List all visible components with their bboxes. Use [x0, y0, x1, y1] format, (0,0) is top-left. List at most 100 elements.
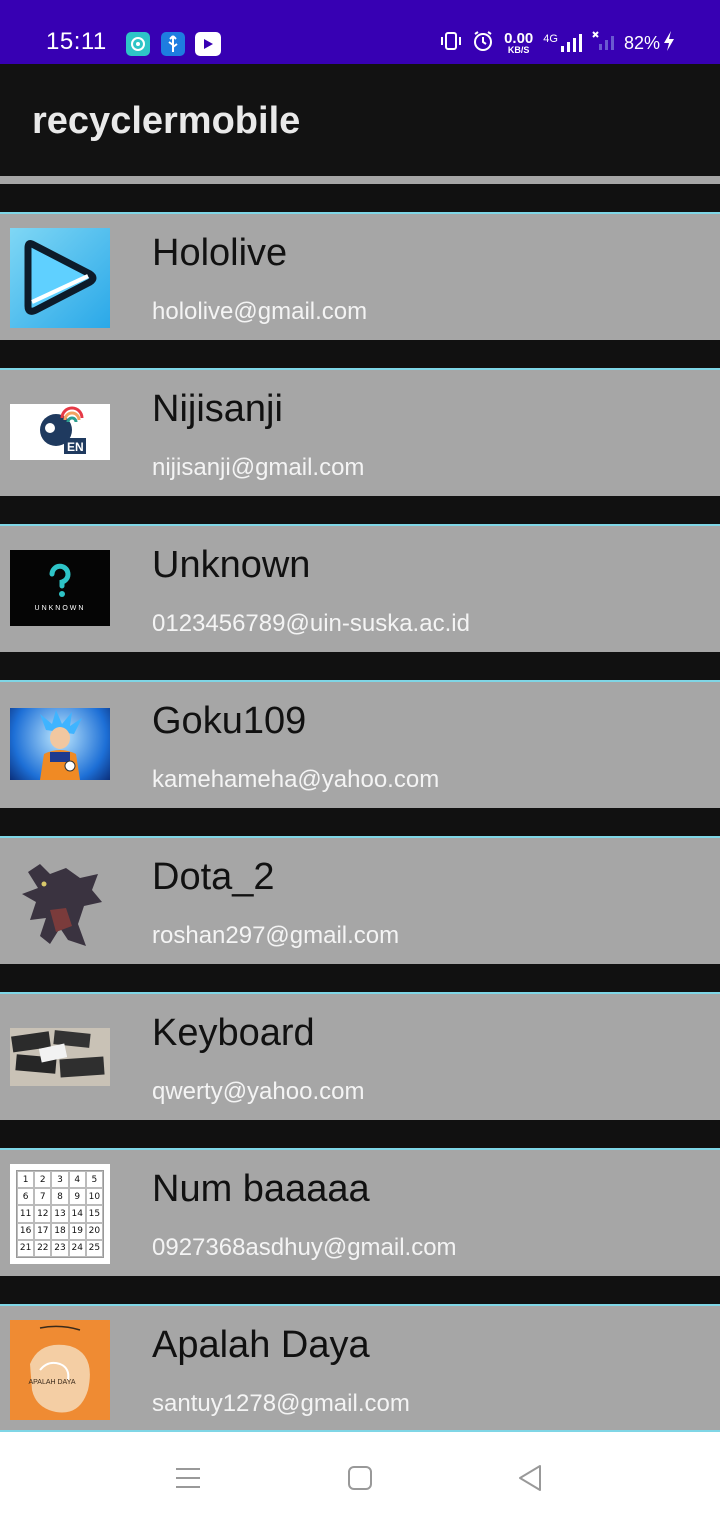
battery-level: 82%	[623, 32, 660, 53]
status-bar: 15:11 0.00 KB/S 4G 82%	[0, 0, 720, 64]
list-item[interactable]: Dota_2 roshan297@gmail.com	[0, 808, 720, 972]
alarm-icon	[472, 30, 494, 57]
list-item[interactable]: Goku109 kamehameha@yahoo.com	[0, 652, 720, 816]
item-name: Num baaaaa	[152, 1168, 370, 1210]
signal-icon: 4G	[543, 33, 582, 53]
list-item[interactable]: Keyboard qwerty@yahoo.com	[0, 964, 720, 1128]
app-bar: recyclermobile	[0, 64, 720, 176]
unknown-logo-icon: UNKNOWN	[35, 563, 86, 612]
menu-icon[interactable]	[172, 1462, 204, 1494]
item-name: Keyboard	[152, 1012, 315, 1054]
item-email: santuy1278@gmail.com	[152, 1390, 410, 1417]
number-grid-thumbnail: 1 2 3 4 5 6 7 8 9 10 11 12 13 14 15 16 17 18 19 20 21 22 23 24 2…	[10, 1164, 110, 1264]
grid-cell: 11	[17, 1205, 35, 1223]
item-spacer	[0, 184, 720, 212]
grid-cell: 5	[85, 1171, 103, 1189]
item-spacer	[0, 1276, 720, 1304]
grid-cell: 22	[34, 1239, 52, 1257]
item-name: Hololive	[152, 232, 288, 274]
item-card[interactable]: Keyboard qwerty@yahoo.com	[0, 992, 720, 1128]
item-card[interactable]: APALAH DAYA Apalah Daya santuy1278@gmail…	[0, 1304, 720, 1430]
grid-cell: 15	[85, 1205, 103, 1223]
item-card[interactable]: EN Nijisanji nijisanji@gmail.com	[0, 368, 720, 504]
grid-cell: 16	[17, 1222, 35, 1240]
grid-cell: 17	[34, 1222, 52, 1240]
item-email: nijisanji@gmail.com	[152, 454, 365, 481]
list-item[interactable]: UNKNOWN Unknown 0123456789@uin-suska.ac.…	[0, 496, 720, 660]
list-item[interactable]: 1 2 3 4 5 6 7 8 9 10 11 12 13 14 15 16 17 18 19 20 21 22 23 24 2…	[0, 1120, 720, 1284]
item-email: hololive@gmail.com	[152, 298, 368, 325]
item-name: Unknown	[152, 544, 311, 586]
item-email: qwerty@yahoo.com	[152, 1078, 365, 1105]
grid-cell: 1	[17, 1171, 35, 1189]
item-email: 0927368asdhuy@gmail.com	[152, 1234, 457, 1261]
item-card[interactable]: 1 2 3 4 5 6 7 8 9 10 11 12 13 14 15 16 17 18 19 20 21 22 23 24 2…	[0, 1148, 720, 1284]
status-time: 15:11	[46, 28, 107, 55]
network-speed: 0.00 KB/S	[504, 31, 533, 55]
roshan-image-icon	[22, 864, 102, 946]
thumbnail-label: EN	[67, 440, 84, 454]
item-email: kamehameha@yahoo.com	[152, 766, 440, 793]
item-name: Dota_2	[152, 856, 275, 898]
keyboard-thumbnail	[10, 1028, 110, 1086]
thumbnail-label: APALAH DAYA	[28, 1379, 75, 1386]
grid-cell: 4	[68, 1171, 86, 1189]
recycler-list[interactable]: Hololive hololive@gmail.com EN Nijisanji…	[0, 176, 720, 1430]
item-email: 0123456789@uin-suska.ac.id	[152, 610, 470, 637]
item-spacer	[0, 1120, 720, 1148]
vibrate-icon	[440, 30, 462, 57]
grid-cell: 24	[68, 1239, 86, 1257]
item-spacer	[0, 652, 720, 680]
grid-cell: 19	[68, 1222, 86, 1240]
app-title: recyclermobile	[32, 100, 301, 142]
grid-cell: 18	[51, 1222, 69, 1240]
network-type: 4G	[543, 33, 558, 45]
hololive-thumbnail	[10, 228, 110, 328]
grid-cell: 2	[34, 1171, 52, 1189]
grid-cell: 3	[51, 1171, 69, 1189]
speed-value: 0.00	[504, 30, 534, 47]
grid-cell: 12	[34, 1205, 52, 1223]
item-name: Apalah Daya	[152, 1324, 370, 1366]
youtube-icon	[195, 32, 221, 56]
apalah-daya-thumbnail: APALAH DAYA	[10, 1320, 110, 1420]
number-grid: 1 2 3 4 5 6 7 8 9 10 11 12 13 14 15 16 17 18 19 20 21 22 23 24 2…	[16, 1170, 104, 1258]
nijisanji-en-logo-icon: EN	[40, 406, 86, 454]
grid-cell: 6	[17, 1188, 35, 1206]
roshan-thumbnail	[10, 850, 110, 954]
grid-cell: 14	[68, 1205, 86, 1223]
item-card[interactable]: Hololive hololive@gmail.com	[0, 212, 720, 348]
grid-cell: 23	[51, 1239, 69, 1257]
item-card[interactable]: Goku109 kamehameha@yahoo.com	[0, 680, 720, 816]
back-icon[interactable]	[514, 1462, 546, 1494]
grid-cell: 13	[51, 1205, 69, 1223]
item-name: Nijisanji	[152, 388, 283, 430]
grid-cell: 21	[17, 1239, 35, 1257]
grid-cell: 10	[85, 1188, 103, 1206]
home-icon[interactable]	[344, 1462, 376, 1494]
charging-icon	[662, 30, 676, 57]
item-card[interactable]: UNKNOWN Unknown 0123456789@uin-suska.ac.…	[0, 524, 720, 660]
list-item[interactable]: EN Nijisanji nijisanji@gmail.com	[0, 340, 720, 504]
list-top-divider	[0, 176, 720, 184]
usb-icon	[161, 32, 185, 56]
list-item[interactable]: Hololive hololive@gmail.com	[0, 184, 720, 348]
goku-image-icon	[40, 710, 82, 780]
speed-unit: KB/S	[507, 45, 530, 55]
no-signal-icon	[592, 30, 614, 56]
thumbnail-label: UNKNOWN	[35, 605, 86, 612]
list-item[interactable]: APALAH DAYA Apalah Daya santuy1278@gmail…	[0, 1276, 720, 1430]
grid-cell: 7	[34, 1188, 52, 1206]
item-card[interactable]: Dota_2 roshan297@gmail.com	[0, 836, 720, 972]
item-spacer	[0, 808, 720, 836]
grid-cell: 8	[51, 1188, 69, 1206]
item-name: Goku109	[152, 700, 307, 742]
item-spacer	[0, 496, 720, 524]
grid-cell: 20	[85, 1222, 103, 1240]
grid-cell: 25	[85, 1239, 103, 1257]
navigation-bar	[0, 1430, 720, 1520]
keyboard-photo-icon	[11, 1030, 105, 1078]
play-logo-icon	[24, 240, 97, 315]
unknown-thumbnail: UNKNOWN	[10, 550, 110, 626]
goku-thumbnail	[10, 708, 110, 780]
